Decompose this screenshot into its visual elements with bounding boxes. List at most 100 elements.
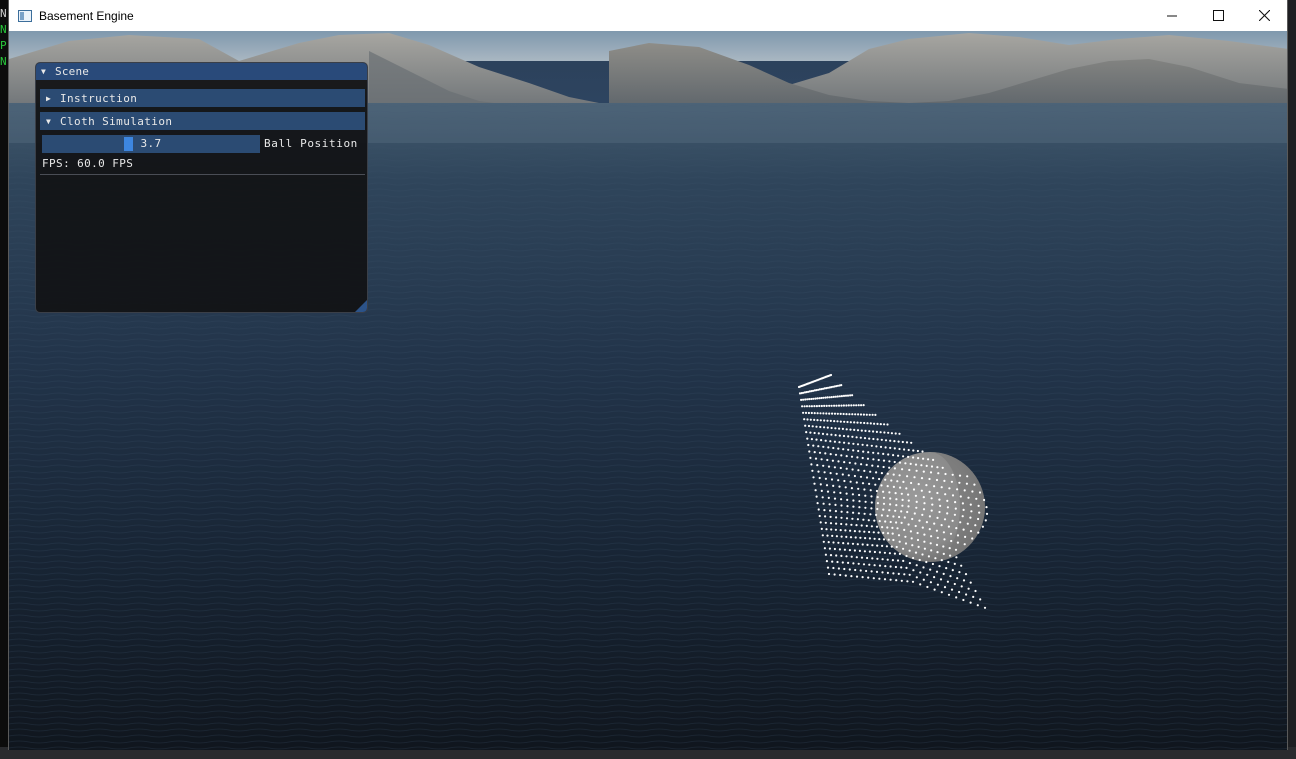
cloth-particle xyxy=(870,507,873,510)
cloth-particle xyxy=(912,449,915,452)
cloth-particle xyxy=(837,460,840,463)
cloth-particle xyxy=(940,486,943,489)
cloth-particle xyxy=(813,405,816,408)
section-instruction[interactable]: ▶ Instruction xyxy=(40,89,365,107)
cloth-particle xyxy=(864,500,867,503)
cloth-particle xyxy=(875,471,878,474)
cloth-particle xyxy=(839,573,842,577)
cloth-particle xyxy=(894,565,898,569)
cloth-particle xyxy=(826,566,830,569)
cloth-particle xyxy=(835,404,838,407)
cloth-particle xyxy=(813,412,816,415)
cloth-particle xyxy=(844,486,847,489)
section-cloth-simulation[interactable]: ▼ Cloth Simulation xyxy=(40,112,365,130)
resize-grip[interactable] xyxy=(355,300,367,312)
cloth-particle xyxy=(822,396,825,399)
maximize-button[interactable] xyxy=(1195,0,1241,31)
cloth-particle xyxy=(925,464,928,467)
cloth-particle xyxy=(933,485,936,488)
minimize-button[interactable] xyxy=(1149,0,1195,31)
cloth-particle xyxy=(894,432,897,435)
cloth-particle xyxy=(936,516,939,519)
cloth-particle xyxy=(877,531,880,534)
cloth-particle xyxy=(807,411,811,415)
section-cloth-simulation-label: Cloth Simulation xyxy=(60,114,173,128)
cloth-particle xyxy=(973,483,976,486)
cloth-particle xyxy=(856,518,860,521)
cloth-particle xyxy=(812,476,815,479)
cloth-particle xyxy=(889,503,892,506)
window-title: Basement Engine xyxy=(39,8,134,23)
cloth-particle xyxy=(972,595,975,599)
cloth-particle xyxy=(876,502,880,505)
cloth-particle xyxy=(860,463,863,466)
cloth-particle xyxy=(888,460,891,463)
cloth-particle xyxy=(809,431,812,434)
cloth-particle xyxy=(949,532,953,535)
cloth-particle xyxy=(838,441,841,444)
cloth-particle xyxy=(931,562,935,566)
cloth-particle xyxy=(849,428,852,431)
render-viewport[interactable]: ▼ Scene ▶ Instruction ▼ Cloth Simulation… xyxy=(9,31,1287,750)
cloth-particle xyxy=(956,534,960,537)
cloth-particle xyxy=(868,482,871,485)
cloth-particle xyxy=(863,530,866,533)
cloth-particle xyxy=(853,530,857,533)
cloth-particle xyxy=(845,517,849,520)
cloth-particle xyxy=(875,445,878,448)
cloth-particle xyxy=(858,530,861,533)
cloth-particle xyxy=(872,531,875,534)
cloth-particle xyxy=(905,487,908,490)
cloth-particle xyxy=(903,528,906,531)
ball-position-slider[interactable]: 3.7 xyxy=(42,135,260,153)
cloth-particle xyxy=(914,494,918,497)
cloth-particle xyxy=(904,462,907,465)
cloth-particle xyxy=(803,418,806,421)
cloth-particle xyxy=(966,475,969,478)
cloth-particle xyxy=(927,555,931,558)
cloth-particle xyxy=(868,563,871,566)
scene-panel-titlebar[interactable]: ▼ Scene xyxy=(36,63,367,80)
cloth-particle xyxy=(981,525,985,528)
cloth-particle xyxy=(900,510,903,513)
cloth-particle xyxy=(892,572,895,575)
cloth-particle xyxy=(828,547,832,550)
scene-panel: ▼ Scene ▶ Instruction ▼ Cloth Simulation… xyxy=(35,62,368,313)
cloth-particle xyxy=(813,451,816,454)
cloth-particle xyxy=(821,534,824,537)
cloth-particle xyxy=(862,404,865,407)
cloth-particle xyxy=(908,468,911,472)
cloth-particle xyxy=(833,420,836,423)
cloth-particle xyxy=(892,538,895,542)
cloth-particle xyxy=(853,549,857,552)
cloth-particle xyxy=(839,412,842,415)
cloth-particle xyxy=(876,438,879,441)
cloth-particle xyxy=(865,569,868,573)
cloth-particle xyxy=(884,439,888,442)
cloth-particle xyxy=(920,464,923,467)
cloth-particle xyxy=(962,579,966,582)
cloth-particle xyxy=(886,514,889,517)
cloth-particle xyxy=(825,528,828,531)
close-button[interactable] xyxy=(1241,0,1287,31)
cloth-particle xyxy=(846,505,849,508)
cloth-particle xyxy=(864,537,867,540)
title-bar[interactable]: Basement Engine xyxy=(9,0,1287,32)
cloth-particle xyxy=(962,598,965,602)
cloth-particle xyxy=(831,534,834,537)
cloth-particle xyxy=(848,413,851,416)
cloth-particle xyxy=(841,561,844,564)
cloth-particle xyxy=(813,431,816,435)
section-instruction-label: Instruction xyxy=(60,91,138,105)
cloth-particle xyxy=(834,395,837,398)
cloth-particle xyxy=(882,531,885,534)
cloth-particle xyxy=(811,469,814,472)
cloth-particle xyxy=(925,521,929,524)
cloth-particle xyxy=(879,431,882,434)
cloth-particle xyxy=(825,412,828,415)
cloth-particle xyxy=(908,549,911,552)
cloth-particle xyxy=(852,511,855,514)
cloth-particle xyxy=(847,435,850,438)
cloth-particle xyxy=(829,554,833,557)
cloth-particle xyxy=(840,504,843,507)
